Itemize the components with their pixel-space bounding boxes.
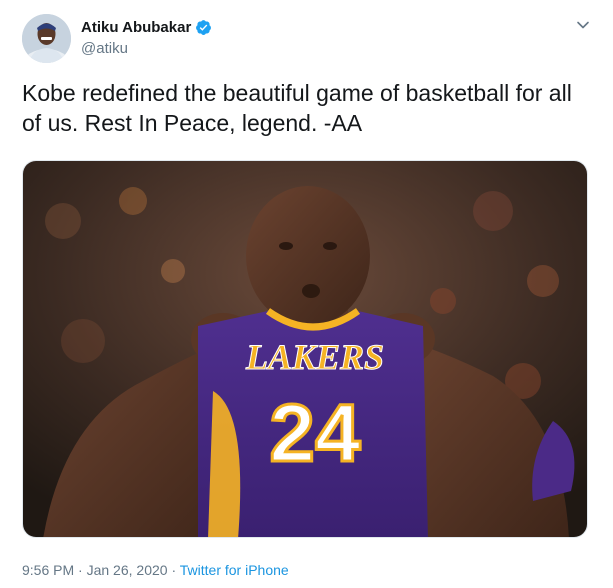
meta-separator: · xyxy=(74,562,87,578)
avatar-image xyxy=(22,14,71,63)
author-name-row: Atiku Abubakar xyxy=(81,19,212,36)
jersey-number-text: 24 xyxy=(269,388,361,479)
author-avatar[interactable] xyxy=(22,14,71,63)
chevron-down-icon[interactable] xyxy=(575,17,591,33)
tweet-photo[interactable]: LAKERS 24 xyxy=(22,160,588,538)
tweet-time[interactable]: 9:56 PM xyxy=(22,562,74,578)
author-handle[interactable]: @atiku xyxy=(81,40,128,57)
author-display-name[interactable]: Atiku Abubakar xyxy=(81,19,191,36)
photo-kobe-bryant: LAKERS 24 xyxy=(23,161,587,537)
verified-badge-icon xyxy=(195,19,212,36)
meta-separator: · xyxy=(167,562,180,578)
tweet-text: Kobe redefined the beautiful game of bas… xyxy=(22,80,572,136)
tweet-source-link[interactable]: Twitter for iPhone xyxy=(180,562,289,578)
tweet-meta: 9:56 PM · Jan 26, 2020 · Twitter for iPh… xyxy=(22,562,289,578)
tweet-card: Atiku Abubakar @atiku Kobe redefined the… xyxy=(0,0,613,588)
jersey-team-text: LAKERS xyxy=(245,337,384,377)
tweet-date[interactable]: Jan 26, 2020 xyxy=(87,562,168,578)
